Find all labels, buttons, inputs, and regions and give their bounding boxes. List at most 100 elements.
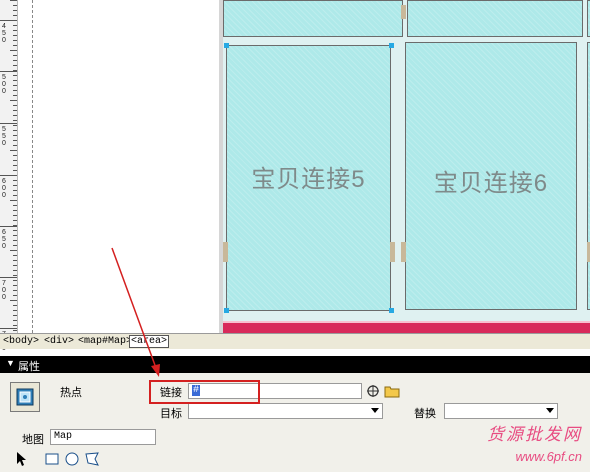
ruler-label: 700 bbox=[2, 280, 6, 301]
design-canvas[interactable]: 宝贝连接5 宝贝连接6 bbox=[18, 0, 590, 333]
properties-panel-header[interactable]: ▼ 属性 bbox=[0, 356, 590, 373]
ruler-tick bbox=[13, 205, 17, 206]
chevron-down-icon bbox=[371, 408, 379, 413]
ruler-tick bbox=[13, 40, 17, 41]
ruler-tick bbox=[13, 140, 17, 141]
ruler-tick bbox=[13, 110, 17, 111]
ruler-major-tick bbox=[0, 123, 17, 124]
ruler-tick bbox=[13, 60, 17, 61]
ruler-tick bbox=[13, 65, 17, 66]
hotspot-label: 热点 bbox=[60, 387, 82, 399]
ruler-tick bbox=[10, 0, 17, 1]
ruler-major-tick bbox=[0, 226, 17, 227]
chevron-down-icon bbox=[546, 408, 554, 413]
target-label: 目标 bbox=[160, 408, 182, 420]
edge-marker bbox=[223, 242, 228, 262]
rect-hotspot-icon[interactable] bbox=[44, 451, 60, 467]
ruler-tick bbox=[13, 325, 17, 326]
selection-handle[interactable] bbox=[224, 308, 229, 313]
ruler-tick bbox=[13, 215, 17, 216]
ruler-tick bbox=[13, 125, 17, 126]
target-select[interactable] bbox=[188, 403, 383, 419]
image-map[interactable]: 宝贝连接5 宝贝连接6 bbox=[223, 0, 590, 333]
ruler-tick bbox=[13, 220, 17, 221]
ruler-tick bbox=[13, 105, 17, 106]
map-label: 地图 bbox=[22, 434, 44, 446]
ruler-label: 500 bbox=[2, 74, 6, 95]
ruler-tick bbox=[13, 130, 17, 131]
ruler-tick bbox=[13, 230, 17, 231]
ruler-tick bbox=[13, 15, 17, 16]
ruler-label: 600 bbox=[2, 178, 6, 199]
ruler-tick bbox=[13, 165, 17, 166]
alt-label: 替换 bbox=[414, 408, 436, 420]
ruler-tick bbox=[13, 120, 17, 121]
ruler-tick bbox=[13, 180, 17, 181]
ruler-label: 450 bbox=[2, 23, 6, 44]
ruler-major-tick bbox=[0, 20, 17, 21]
ruler-tick bbox=[13, 75, 17, 76]
ruler-tick bbox=[13, 185, 17, 186]
ruler-label: 650 bbox=[2, 229, 6, 250]
ruler-tick bbox=[13, 275, 17, 276]
ruler-tick bbox=[13, 255, 17, 256]
selection-handle[interactable] bbox=[389, 43, 394, 48]
hotspot-area-3[interactable] bbox=[223, 0, 403, 37]
ruler-tick bbox=[13, 260, 17, 261]
ruler-tick bbox=[13, 295, 17, 296]
ruler-tick bbox=[13, 45, 17, 46]
tag-selector[interactable]: <body> <div> <map#Map> <area> bbox=[0, 333, 590, 349]
selection-handle[interactable] bbox=[224, 43, 229, 48]
vertical-ruler: 450500550600650700750 bbox=[0, 0, 18, 352]
margin-guide bbox=[32, 0, 33, 333]
ruler-tick bbox=[13, 305, 17, 306]
ruler-major-tick bbox=[0, 71, 17, 72]
hotspot-icon bbox=[10, 382, 40, 412]
ruler-tick bbox=[10, 300, 17, 301]
tag-area-selected[interactable]: <area> bbox=[129, 335, 170, 348]
ruler-tick bbox=[13, 190, 17, 191]
ruler-tick bbox=[13, 30, 17, 31]
watermark-title: 货源批发网 bbox=[487, 425, 582, 444]
point-to-file-icon[interactable] bbox=[366, 383, 382, 399]
ruler-tick bbox=[10, 50, 17, 51]
ruler-major-tick bbox=[0, 277, 17, 278]
ruler-tick bbox=[13, 35, 17, 36]
ruler-tick bbox=[13, 320, 17, 321]
collapse-arrow-icon[interactable]: ▼ bbox=[6, 358, 15, 368]
ruler-tick bbox=[13, 90, 17, 91]
ruler-tick bbox=[13, 195, 17, 196]
tag-div[interactable]: <div> bbox=[44, 336, 74, 347]
hotspot-5-label: 宝贝连接5 bbox=[251, 166, 366, 193]
watermark: 货源批发网 www.6pf.cn bbox=[487, 420, 582, 464]
ruler-tick bbox=[13, 310, 17, 311]
ruler-tick bbox=[13, 270, 17, 271]
tag-map[interactable]: <map#Map> bbox=[78, 336, 132, 347]
map-name-input[interactable]: Map bbox=[50, 429, 156, 445]
ruler-tick bbox=[13, 85, 17, 86]
ruler-tick bbox=[10, 200, 17, 201]
ruler-tick bbox=[13, 265, 17, 266]
ruler-tick bbox=[13, 135, 17, 136]
edge-marker bbox=[401, 5, 406, 19]
ruler-tick bbox=[13, 330, 17, 331]
ruler-tick bbox=[13, 80, 17, 81]
annotation-highlight-box bbox=[149, 380, 260, 404]
alt-select[interactable] bbox=[444, 403, 558, 419]
edge-marker bbox=[390, 242, 395, 262]
ruler-tick bbox=[13, 160, 17, 161]
polygon-hotspot-icon[interactable] bbox=[84, 451, 100, 467]
hotspot-area-5[interactable]: 宝贝连接5 bbox=[226, 45, 391, 311]
ruler-tick bbox=[10, 150, 17, 151]
ruler-tick bbox=[13, 235, 17, 236]
ruler-label: 550 bbox=[2, 126, 6, 147]
tag-body[interactable]: <body> bbox=[3, 336, 39, 347]
selection-handle[interactable] bbox=[389, 308, 394, 313]
folder-icon[interactable] bbox=[384, 383, 400, 399]
edge-marker bbox=[401, 242, 406, 262]
circle-hotspot-icon[interactable] bbox=[64, 451, 80, 467]
ruler-tick bbox=[13, 5, 17, 6]
hotspot-area-4[interactable] bbox=[407, 0, 583, 37]
hotspot-area-6[interactable]: 宝贝连接6 bbox=[405, 42, 577, 310]
point-to-hotspot-icon[interactable] bbox=[14, 451, 30, 467]
